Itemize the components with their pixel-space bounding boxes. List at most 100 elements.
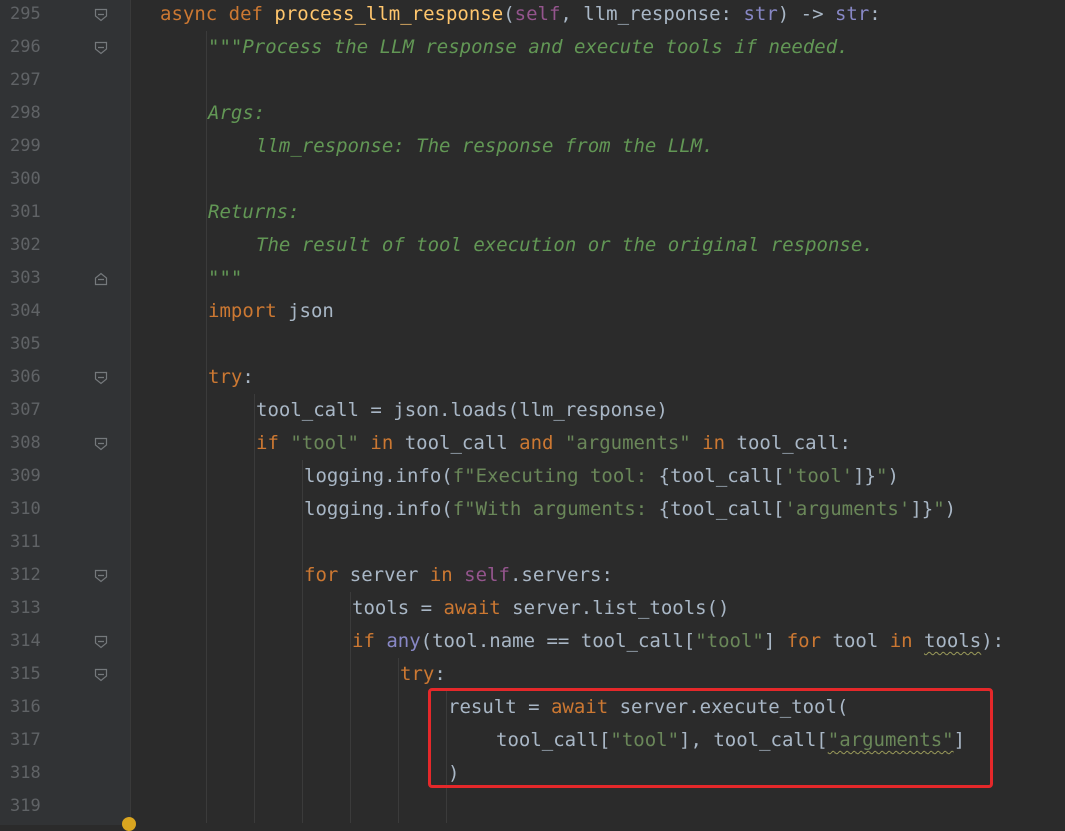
code-token: any <box>386 630 421 652</box>
line-number: 299 <box>10 136 41 156</box>
code-text: tool_call = json.loads(llm_response) <box>256 394 668 427</box>
code-token: tool_call = json.loads(llm_response) <box>256 399 668 421</box>
code-line[interactable]: 295 async def process_llm_response(self, … <box>0 0 1065 31</box>
code-line[interactable]: 296 """Process the LLM response and execu… <box>0 31 1065 64</box>
fold-open-icon[interactable] <box>94 569 108 583</box>
code-token: Args: <box>208 102 266 124</box>
code-text: """Process the LLM response and execute … <box>208 31 849 64</box>
code-line[interactable]: 313 tools = await server.list_tools() <box>0 592 1065 625</box>
code-token: (tool.name == tool_call[ <box>420 630 696 652</box>
code-token: f"Executing tool: <box>452 465 659 487</box>
line-number: 311 <box>10 532 41 552</box>
line-number: 300 <box>10 169 41 189</box>
fold-open-icon[interactable] <box>94 635 108 649</box>
fold-open-icon[interactable] <box>94 8 108 22</box>
code-token: if <box>352 630 387 652</box>
code-token: Returns: <box>208 201 300 223</box>
lightbulb-icon[interactable] <box>122 817 136 831</box>
code-text: if any(tool.name == tool_call["tool"] fo… <box>352 625 1004 658</box>
line-number: 308 <box>10 433 41 453</box>
code-token: tool_call <box>404 432 520 454</box>
code-line[interactable]: 301 Returns: <box>0 196 1065 229</box>
fold-open-icon[interactable] <box>94 41 108 55</box>
code-text: import json <box>208 295 334 328</box>
line-number: 306 <box>10 367 41 387</box>
line-number: 305 <box>10 334 41 354</box>
code-line[interactable]: 305 <box>0 328 1065 361</box>
fold-open-icon[interactable] <box>94 668 108 682</box>
code-line[interactable]: 315 try: <box>0 658 1065 691</box>
fold-open-icon[interactable] <box>94 437 108 451</box>
line-number: 302 <box>10 235 41 255</box>
line-number: 310 <box>10 499 41 519</box>
code-token: " <box>876 465 888 487</box>
code-token: tools <box>924 630 982 652</box>
code-token: : <box>242 366 254 388</box>
line-number: 298 <box>10 103 41 123</box>
code-line[interactable]: 308 if "tool" in tool_call and "arguments… <box>0 427 1065 460</box>
code-line[interactable]: 312 for server in self.servers: <box>0 559 1065 592</box>
code-token: " <box>933 498 945 520</box>
line-number: 297 <box>10 70 41 90</box>
code-line[interactable]: 307 tool_call = json.loads(llm_response) <box>0 394 1065 427</box>
code-token: "tool" <box>290 432 359 454</box>
code-token: str <box>743 3 778 25</box>
code-line[interactable]: 319 <box>0 790 1065 823</box>
code-token: f"With arguments: <box>452 498 659 520</box>
code-token: llm_response: The response from the LLM. <box>256 135 714 157</box>
code-token: The result of tool execution or the orig… <box>256 234 874 256</box>
code-token: self <box>464 564 510 586</box>
code-token: in <box>690 432 737 454</box>
code-line[interactable]: 303 """ <box>0 262 1065 295</box>
code-text: Returns: <box>208 196 300 229</box>
line-number: 296 <box>10 37 41 57</box>
code-text: Args: <box>208 97 265 130</box>
fold-open-icon[interactable] <box>94 371 108 385</box>
code-token: self <box>514 3 561 25</box>
line-number: 295 <box>10 4 41 24</box>
code-token: try <box>400 663 435 685</box>
code-line[interactable]: 314 if any(tool.name == tool_call["tool"]… <box>0 625 1065 658</box>
code-token: json <box>288 300 334 322</box>
code-token: await <box>443 597 513 619</box>
code-token: : <box>869 3 881 25</box>
code-text: async def process_llm_response(self, llm… <box>160 0 881 31</box>
code-token: {tool_call[ <box>658 465 785 487</box>
code-token: : <box>434 663 446 685</box>
fold-close-icon[interactable] <box>94 272 108 286</box>
line-number: 315 <box>10 664 41 684</box>
code-token: ( <box>503 3 515 25</box>
code-token: if <box>256 432 291 454</box>
line-number: 319 <box>10 796 41 816</box>
code-token: {tool_call[ <box>658 498 785 520</box>
code-token: ]} <box>853 465 876 487</box>
code-token: async <box>160 3 229 25</box>
code-text: if "tool" in tool_call and "arguments" i… <box>256 427 851 460</box>
code-token: """ <box>208 267 243 289</box>
code-line[interactable]: 299 llm_response: The response from the L… <box>0 130 1065 163</box>
code-token: for <box>304 564 350 586</box>
code-line[interactable]: 309 logging.info(f"Executing tool: {tool_… <box>0 460 1065 493</box>
code-line[interactable]: 310 logging.info(f"With arguments: {tool_… <box>0 493 1065 526</box>
code-line[interactable]: 300 <box>0 163 1065 196</box>
code-token: def <box>228 3 275 25</box>
line-number: 313 <box>10 598 41 618</box>
code-token: """Process the LLM response and execute … <box>208 36 849 58</box>
line-number: 318 <box>10 763 41 783</box>
code-text: try: <box>400 658 446 691</box>
code-line[interactable]: 306 try: <box>0 361 1065 394</box>
code-line[interactable]: 297 <box>0 64 1065 97</box>
code-line[interactable]: 302 The result of tool execution or the o… <box>0 229 1065 262</box>
code-line[interactable]: 304 import json <box>0 295 1065 328</box>
code-token: tool <box>832 630 890 652</box>
line-number: 307 <box>10 400 41 420</box>
code-token: ) <box>887 465 899 487</box>
code-token: process_llm_response <box>274 3 504 25</box>
line-number: 314 <box>10 631 41 651</box>
code-token: 'tool' <box>784 465 854 487</box>
code-token: 'arguments' <box>784 498 911 520</box>
code-line[interactable]: 311 <box>0 526 1065 559</box>
code-token: "tool" <box>695 630 764 652</box>
code-line[interactable]: 298 Args: <box>0 97 1065 130</box>
code-token: in <box>889 630 925 652</box>
